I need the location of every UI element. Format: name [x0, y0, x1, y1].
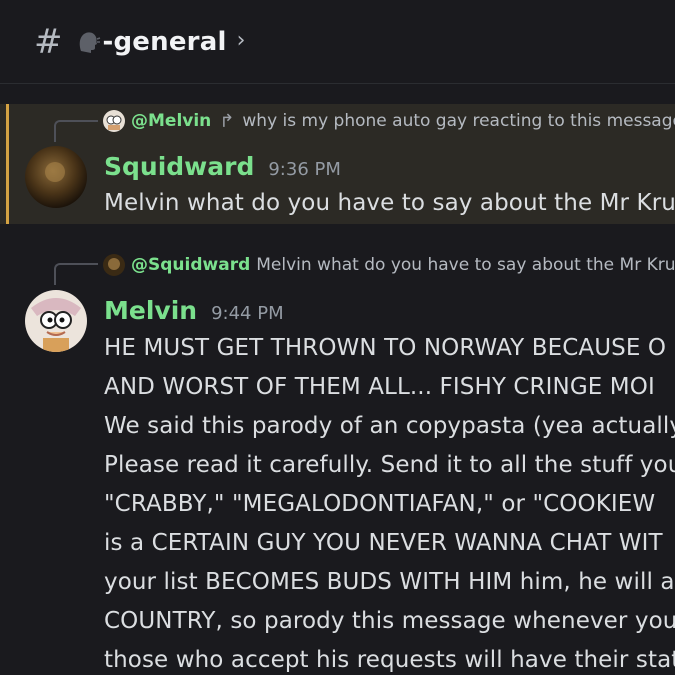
reply-connector	[54, 120, 98, 142]
message-line: those who accept his requests will have …	[104, 647, 675, 673]
reply-mention[interactable]: @Melvin	[131, 111, 211, 131]
reply-text: Melvin what do you have to say about the…	[256, 255, 675, 275]
mini-avatar-squidward	[103, 254, 125, 276]
message-header: Melvin 9:44 PM	[104, 296, 284, 325]
timestamp: 9:36 PM	[268, 159, 341, 180]
mini-avatar-melvin	[103, 110, 125, 132]
channel-name[interactable]: -general	[103, 27, 227, 57]
channel-hash-icon: #	[34, 21, 63, 62]
message-line: your list BECOMES BUDS WITH HIM him, he …	[104, 569, 675, 595]
reply-mention[interactable]: @Squidward	[131, 255, 250, 275]
message-melvin[interactable]: @Squidward Melvin what do you have to sa…	[0, 244, 675, 675]
timestamp: 9:44 PM	[211, 303, 284, 324]
author-name[interactable]: Squidward	[104, 152, 254, 181]
message-line: COUNTRY, so parody this message whenever…	[104, 608, 675, 634]
message-line: Please read it carefully. Send it to all…	[104, 452, 675, 478]
message-line: AND WORST OF THEM ALL... FISHY CRINGE MO…	[104, 374, 655, 400]
message-line: is a CERTAIN GUY YOU NEVER WANNA CHAT WI…	[104, 530, 663, 556]
reply-preview[interactable]: @Squidward Melvin what do you have to sa…	[103, 254, 675, 276]
speaking-head-icon	[79, 31, 100, 53]
message-line: "CRABBY," "MEGALODONTIAFAN," or "COOKIEW	[104, 491, 656, 517]
reply-preview[interactable]: @Melvin ↱ why is my phone auto gay react…	[103, 110, 675, 132]
message-header: Squidward 9:36 PM	[104, 152, 341, 181]
reply-arrow-icon: ↱	[219, 110, 235, 132]
message-text: Melvin what do you have to say about the…	[104, 190, 675, 216]
message-squidward[interactable]: @Melvin ↱ why is my phone auto gay react…	[0, 104, 675, 224]
channel-header: # -general ›	[0, 0, 675, 84]
message-line: We said this parody of an copypasta (yea…	[104, 413, 675, 439]
author-name[interactable]: Melvin	[104, 296, 197, 325]
reply-connector	[54, 263, 98, 285]
avatar[interactable]	[25, 146, 87, 208]
chevron-right-icon[interactable]: ›	[237, 28, 246, 53]
reply-text: why is my phone auto gay reacting to thi…	[242, 111, 675, 131]
message-line: HE MUST GET THROWN TO NORWAY BECAUSE O	[104, 335, 667, 361]
avatar[interactable]	[25, 290, 87, 352]
highlight-accent-bar	[6, 104, 9, 224]
